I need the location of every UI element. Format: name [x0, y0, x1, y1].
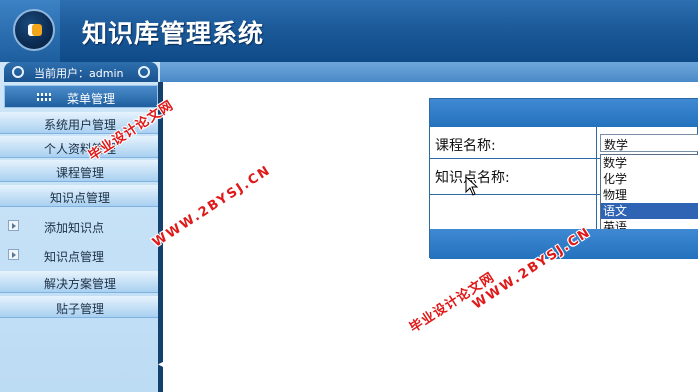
menu-header[interactable]: 菜单管理 — [4, 85, 158, 108]
column-divider — [596, 127, 597, 229]
logo-mark — [28, 24, 42, 36]
sidebar-item-label: 知识点管理 — [49, 191, 110, 205]
course-option[interactable]: 化学 — [601, 171, 698, 187]
watermark-url: WWW.2BYSJ.CN — [150, 162, 275, 251]
collapse-arrow-icon[interactable]: ◀ — [158, 360, 166, 370]
sidebar-subitem-manage-knowledge[interactable]: 知识点管理 — [0, 240, 160, 270]
course-name-label: 课程名称: — [435, 138, 496, 154]
ring-left-icon — [12, 66, 24, 78]
app-window: 知识库管理系统 当前用户：admin 菜单管理 系统用户管理 个人资料管理 课程… — [0, 0, 698, 392]
logo-icon — [13, 9, 55, 51]
current-user-label: 当前用户：admin — [34, 67, 124, 80]
course-option[interactable]: 数学 — [601, 155, 698, 171]
current-user-bar: 当前用户：admin — [4, 62, 158, 82]
menu-header-label: 菜单管理 — [67, 92, 116, 106]
app-title: 知识库管理系统 — [82, 19, 265, 48]
sidebar-item-courses[interactable]: 课程管理 — [0, 160, 160, 182]
sidebar-subitem-add-knowledge[interactable]: 添加知识点 — [0, 211, 160, 241]
sidebar-subitem-label: 知识点管理 — [44, 250, 105, 264]
app-header: 知识库管理系统 — [0, 0, 698, 62]
course-option[interactable]: 物理 — [601, 187, 698, 203]
header-logo-panel — [0, 0, 60, 62]
content-top-bar — [160, 62, 698, 82]
mouse-cursor-icon — [465, 176, 479, 196]
play-icon — [8, 249, 19, 260]
sidebar-item-label: 贴子管理 — [55, 302, 104, 316]
form-header — [430, 99, 698, 127]
course-select-dropdown[interactable]: 数学 化学 物理 语文 英语 — [600, 154, 698, 236]
sidebar-item-label: 个人资料管理 — [43, 142, 116, 156]
sidebar-item-label: 课程管理 — [55, 166, 104, 180]
sidebar-item-posts[interactable]: 贴子管理 — [0, 296, 160, 318]
sidebar-item-profile[interactable]: 个人资料管理 — [0, 136, 160, 158]
sidebar-subitem-label: 添加知识点 — [44, 221, 105, 235]
course-select-value: 数学 — [604, 138, 629, 152]
course-option-selected[interactable]: 语文 — [601, 203, 698, 219]
sidebar-item-knowledge[interactable]: 知识点管理 — [0, 185, 160, 207]
play-icon — [8, 220, 19, 231]
grid-icon — [37, 93, 51, 101]
sidebar-item-label: 解决方案管理 — [43, 277, 116, 291]
sidebar-item-solutions[interactable]: 解决方案管理 — [0, 271, 160, 293]
course-select[interactable]: 数学 — [600, 134, 698, 152]
ring-right-icon — [138, 66, 150, 78]
